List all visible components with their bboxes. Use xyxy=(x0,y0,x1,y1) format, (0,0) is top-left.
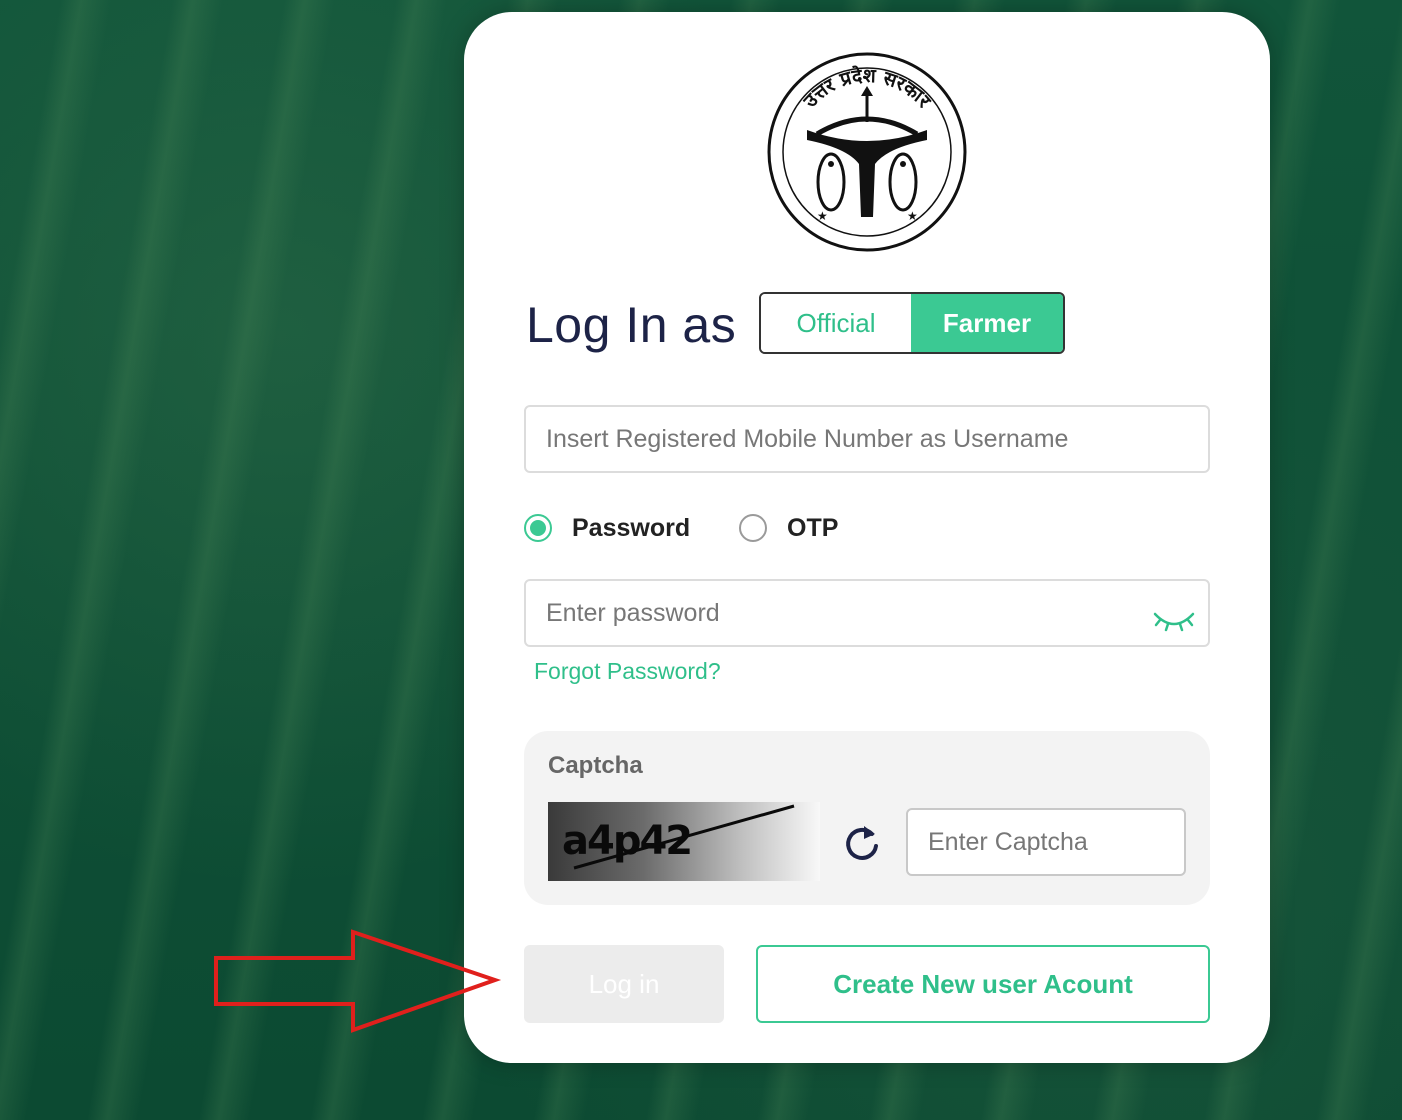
forgot-password-link[interactable]: Forgot Password? xyxy=(534,658,721,685)
svg-text:★: ★ xyxy=(907,209,918,223)
otp-radio-label: OTP xyxy=(787,513,839,542)
captcha-label: Captcha xyxy=(548,752,643,779)
auth-method-password[interactable]: Password xyxy=(524,510,690,546)
username-input[interactable] xyxy=(524,405,1210,473)
captcha-image: a4p42 xyxy=(548,802,820,881)
otp-radio[interactable] xyxy=(739,514,767,542)
up-government-emblem: उत्तर प्रदेश सरकार ★ ★ xyxy=(767,52,967,252)
refresh-icon[interactable] xyxy=(842,822,882,862)
eye-closed-icon[interactable] xyxy=(1152,604,1196,634)
captcha-input[interactable] xyxy=(906,808,1186,876)
arrow-right-annotation xyxy=(214,929,502,1033)
password-radio-label: Password xyxy=(572,513,691,542)
login-title: Log In as xyxy=(526,297,737,353)
role-farmer-button[interactable]: Farmer xyxy=(911,294,1063,352)
svg-text:★: ★ xyxy=(817,209,828,223)
captcha-strike-line xyxy=(573,804,795,870)
auth-method-otp[interactable]: OTP xyxy=(739,510,838,546)
login-button[interactable]: Log in xyxy=(524,945,724,1023)
password-input[interactable] xyxy=(524,579,1210,647)
create-account-button[interactable]: Create New user Acount xyxy=(756,945,1210,1023)
role-official-button[interactable]: Official xyxy=(761,294,912,352)
role-toggle: Official Farmer xyxy=(759,292,1065,354)
password-radio[interactable] xyxy=(524,514,552,542)
